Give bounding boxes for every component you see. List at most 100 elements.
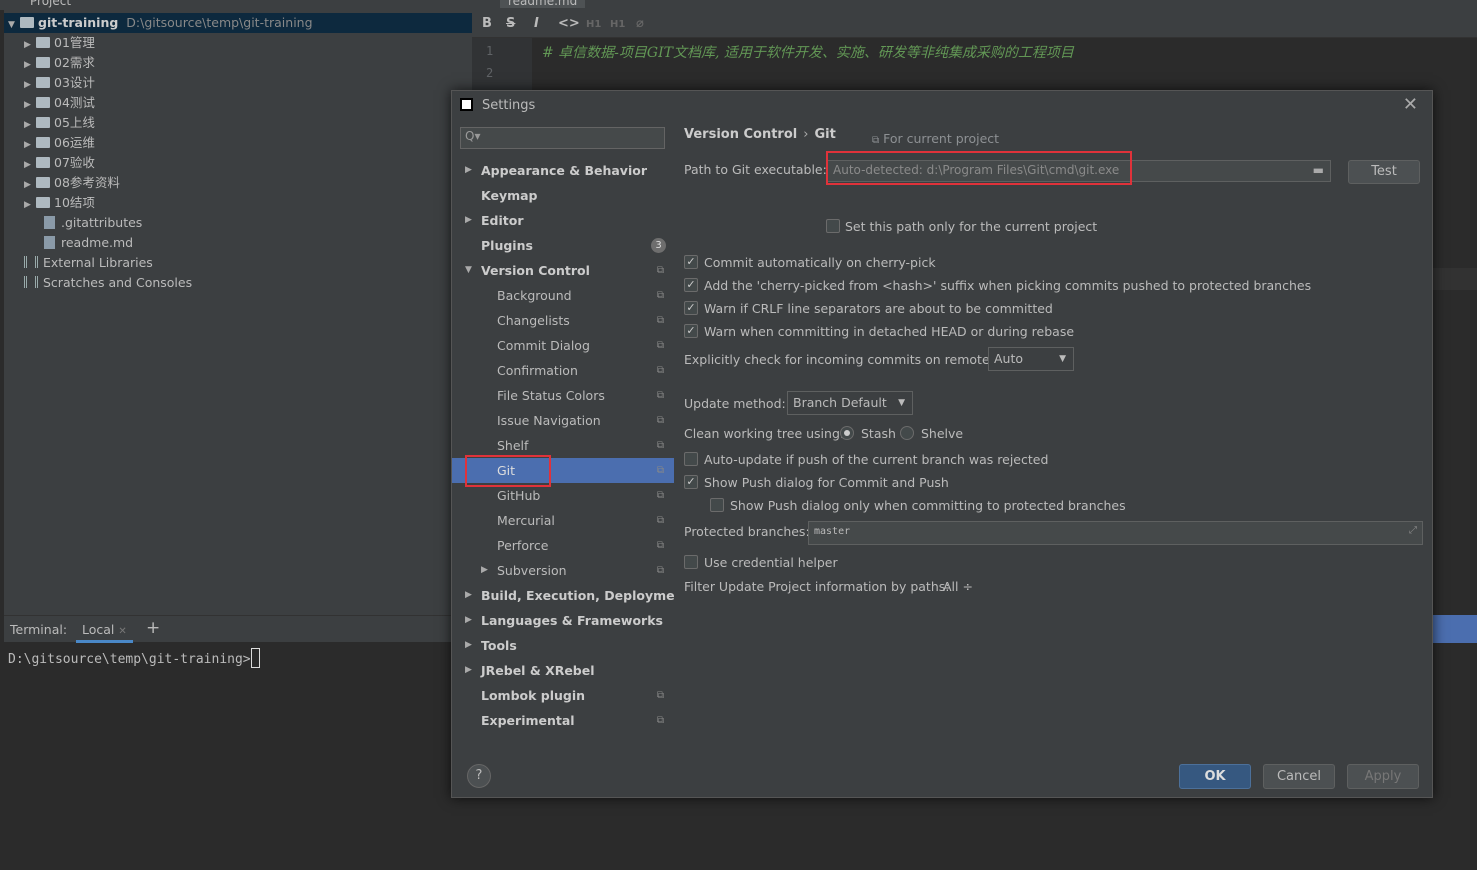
expand-arrow-icon[interactable]: ▼ (8, 15, 20, 35)
browse-folder-icon[interactable]: ▬ (1313, 163, 1324, 177)
show-push-checkbox[interactable]: ✓ (684, 475, 698, 489)
collapsed-arrow-icon[interactable]: ▶ (465, 158, 472, 183)
nav-item-background[interactable]: Background ⧉ (452, 283, 674, 308)
folder-label: 04测试 (54, 95, 95, 110)
collapsed-arrow-icon[interactable]: ▶ (24, 175, 36, 195)
update-method-select[interactable]: Branch Default ▼ (787, 391, 913, 415)
terminal-label: Terminal: (10, 622, 68, 637)
tree-folder-row[interactable]: ▶ 01管理 (24, 33, 95, 53)
header-button-2[interactable]: H1 (610, 19, 625, 30)
nav-item-lombok-plugin[interactable]: Lombok plugin ⧉ (452, 683, 674, 708)
nav-item-languages-frameworks[interactable]: ▶ Languages & Frameworks (452, 608, 674, 633)
collapsed-arrow-icon[interactable]: ▶ (24, 115, 36, 135)
editor-right-strip (1433, 268, 1477, 290)
test-button[interactable]: Test (1348, 160, 1420, 184)
close-icon[interactable]: ✕ (1403, 94, 1418, 115)
close-tab-icon[interactable]: ✕ (118, 626, 126, 637)
tree-file-row[interactable]: readme.md (44, 233, 133, 253)
strikethrough-button[interactable]: S (506, 16, 515, 31)
option-checkbox[interactable]: ✓ (684, 324, 698, 338)
nav-item-plugins[interactable]: Plugins 3 (452, 233, 674, 258)
option-checkbox[interactable]: ✓ (684, 255, 698, 269)
nav-item-subversion[interactable]: ▶ Subversion ⧉ (452, 558, 674, 583)
tree-folder-row[interactable]: ▶ 08参考资料 (24, 173, 120, 193)
collapsed-arrow-icon[interactable]: ▶ (24, 135, 36, 155)
nav-item-keymap[interactable]: Keymap (452, 183, 674, 208)
set-path-checkbox[interactable] (826, 219, 840, 233)
collapsed-arrow-icon[interactable]: ▶ (465, 608, 472, 633)
incoming-select[interactable]: Auto ▼ (988, 347, 1074, 371)
collapsed-arrow-icon[interactable]: ▶ (24, 95, 36, 115)
collapsed-arrow-icon[interactable]: ▶ (465, 208, 472, 233)
scratches-row[interactable]: Scratches and Consoles (24, 273, 192, 293)
auto-update-checkbox[interactable] (684, 452, 698, 466)
nav-item-confirmation[interactable]: Confirmation ⧉ (452, 358, 674, 383)
collapsed-arrow-icon[interactable]: ▶ (24, 155, 36, 175)
nav-item-editor[interactable]: ▶ Editor (452, 208, 674, 233)
tree-root-row[interactable]: ▼ git-training D:\gitsource\temp\git-trai… (4, 13, 472, 33)
collapsed-arrow-icon[interactable]: ▶ (465, 633, 472, 658)
nav-item-changelists[interactable]: Changelists ⧉ (452, 308, 674, 333)
external-libraries-row[interactable]: External Libraries (24, 253, 153, 273)
nav-item-mercurial[interactable]: Mercurial ⧉ (452, 508, 674, 533)
code-button[interactable]: <> (558, 16, 580, 31)
collapsed-arrow-icon[interactable]: ▶ (465, 583, 472, 608)
folder-icon (36, 197, 50, 208)
nav-item-tools[interactable]: ▶ Tools (452, 633, 674, 658)
collapsed-arrow-icon[interactable]: ▶ (24, 55, 36, 75)
project-header-label[interactable]: Project (30, 0, 71, 8)
expand-icon[interactable]: ⤢ (1409, 525, 1417, 536)
terminal-line[interactable]: D:\gitsource\temp\git-training> (8, 648, 260, 668)
protected-branches-input[interactable]: master ⤢ (808, 521, 1423, 545)
option-checkbox[interactable]: ✓ (684, 278, 698, 292)
option-checkbox[interactable]: ✓ (684, 301, 698, 315)
settings-search-input[interactable]: Q▾ (460, 127, 665, 149)
bold-button[interactable]: B (482, 16, 492, 31)
project-scope-icon: ⧉ (656, 390, 664, 401)
breadcrumb-version-control[interactable]: Version Control (684, 127, 797, 142)
editor-tab-readme[interactable]: readme.md (500, 0, 586, 8)
nav-item-perforce[interactable]: Perforce ⧉ (452, 533, 674, 558)
filter-paths-select[interactable]: All ÷ (943, 579, 973, 594)
italic-button[interactable]: I (534, 16, 539, 31)
nav-item-jrebel-xrebel[interactable]: ▶ JRebel & XRebel (452, 658, 674, 683)
collapsed-arrow-icon[interactable]: ▶ (24, 35, 36, 55)
collapsed-arrow-icon[interactable]: ▶ (24, 75, 36, 95)
tree-folder-row[interactable]: ▶ 10结项 (24, 193, 95, 213)
nav-item-issue-navigation[interactable]: Issue Navigation ⧉ (452, 408, 674, 433)
git-settings-panel: Version Control › Git ⧉ For current projec… (674, 121, 1432, 751)
collapsed-arrow-icon[interactable]: ▶ (24, 195, 36, 215)
editor-line-1[interactable]: # 卓信数据-项目GIT文档库, 适用于软件开发、实施、研发等非纯集成采购的工程… (542, 42, 1074, 62)
nav-item-appearance-behavior[interactable]: ▶ Appearance & Behavior (452, 158, 674, 183)
expanded-arrow-icon[interactable]: ▼ (465, 258, 472, 283)
tree-file-row[interactable]: .gitattributes (44, 213, 142, 233)
new-terminal-button[interactable]: + (146, 618, 160, 638)
nav-item-build-execution-deployment[interactable]: ▶ Build, Execution, Deployment (452, 583, 689, 608)
for-current-project: ⧉ For current project (872, 131, 999, 146)
help-button[interactable]: ? (467, 764, 491, 788)
collapsed-arrow-icon[interactable]: ▶ (465, 658, 472, 683)
tree-folder-row[interactable]: ▶ 07验收 (24, 153, 95, 173)
tree-folder-row[interactable]: ▶ 04测试 (24, 93, 95, 113)
header-button[interactable]: H1 (586, 19, 601, 30)
collapsed-arrow-icon[interactable]: ▶ (481, 558, 488, 583)
terminal-tab-local[interactable]: Local ✕ (76, 622, 133, 643)
file-label: .gitattributes (61, 215, 143, 230)
show-push-protected-checkbox[interactable] (710, 498, 724, 512)
nav-item-commit-dialog[interactable]: Commit Dialog ⧉ (452, 333, 674, 358)
tree-folder-row[interactable]: ▶ 05上线 (24, 113, 95, 133)
nav-item-experimental[interactable]: Experimental ⧉ (452, 708, 674, 733)
apply-button[interactable]: Apply (1347, 764, 1419, 789)
ok-button[interactable]: OK (1179, 764, 1251, 789)
tree-folder-row[interactable]: ▶ 03设计 (24, 73, 95, 93)
cancel-button[interactable]: Cancel (1263, 764, 1335, 789)
tree-folder-row[interactable]: ▶ 02需求 (24, 53, 95, 73)
shelve-radio[interactable] (900, 426, 914, 440)
nav-item-file-status-colors[interactable]: File Status Colors ⧉ (452, 383, 674, 408)
stash-radio[interactable] (840, 426, 854, 440)
for-current-project-label: For current project (883, 131, 1000, 146)
credential-helper-checkbox[interactable] (684, 555, 698, 569)
nav-item-version-control[interactable]: ▼ Version Control ⧉ (452, 258, 674, 283)
link-button[interactable]: ⌀ (636, 16, 644, 31)
tree-folder-row[interactable]: ▶ 06运维 (24, 133, 95, 153)
